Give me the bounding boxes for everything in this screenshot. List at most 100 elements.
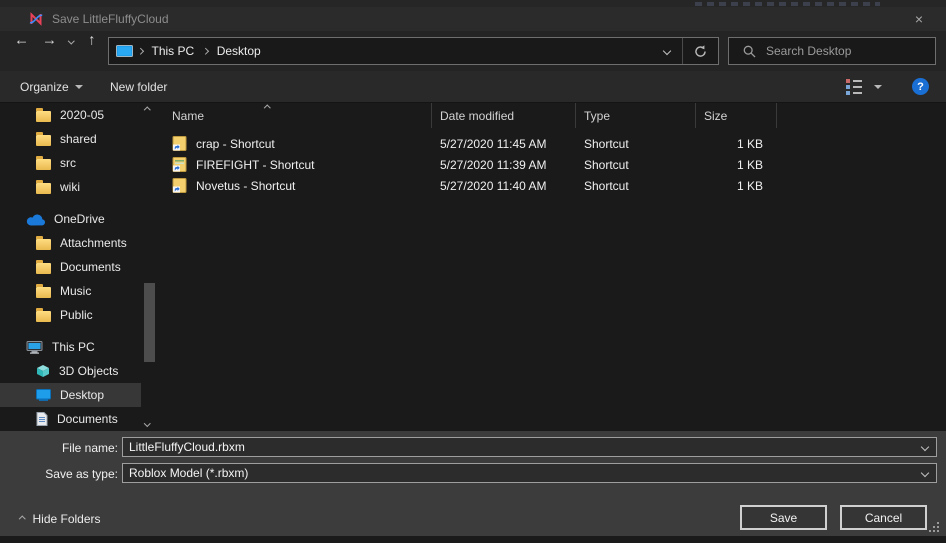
document-icon: [36, 412, 48, 426]
sidebar-item-2020-05[interactable]: 2020-05: [0, 103, 160, 127]
search-box: [728, 37, 936, 65]
change-view-button[interactable]: [846, 71, 862, 102]
save-as-type-combo[interactable]: Roblox Model (*.rbxm): [122, 463, 937, 483]
refresh-button[interactable]: [682, 38, 718, 64]
column-header-size[interactable]: Size: [696, 103, 777, 128]
file-date-modified: 5/27/2020 11:39 AM: [432, 154, 576, 175]
column-header-type[interactable]: Type: [576, 103, 696, 128]
background-window-sliver-bottom: [0, 0, 946, 7]
folder-icon: [36, 287, 51, 298]
file-date-modified: 5/27/2020 11:45 AM: [432, 133, 576, 154]
close-button[interactable]: ×: [904, 7, 934, 31]
refresh-icon: [694, 45, 707, 58]
sidebar-item-attachments[interactable]: Attachments: [0, 231, 160, 255]
folder-icon: [36, 135, 51, 146]
sidebar-item-label: Public: [60, 308, 93, 322]
cancel-button[interactable]: Cancel: [840, 505, 927, 530]
sidebar-item-music[interactable]: Music: [0, 279, 160, 303]
file-name-label: File name:: [2, 441, 118, 455]
column-header-date-modified[interactable]: Date modified: [432, 103, 576, 128]
sidebar-item-3d-objects[interactable]: 3D Objects: [0, 359, 160, 383]
file-size: 1 KB: [696, 154, 777, 175]
sidebar-item-src[interactable]: src: [0, 151, 160, 175]
new-folder-button[interactable]: New folder: [110, 71, 167, 102]
chevron-down-icon: [663, 47, 671, 55]
file-name-dropdown[interactable]: [914, 438, 936, 456]
sidebar-item-label: This PC: [52, 340, 95, 354]
sidebar-item-label: Attachments: [60, 236, 127, 250]
hide-folders-label: Hide Folders: [33, 512, 101, 526]
hide-folders-button[interactable]: Hide Folders: [20, 512, 101, 526]
file-row[interactable]: Novetus - Shortcut 5/27/2020 11:40 AM Sh…: [160, 175, 946, 196]
sidebar-scrollbar-thumb[interactable]: [144, 283, 155, 362]
details-view-icon: [846, 79, 862, 95]
file-size: 1 KB: [696, 175, 777, 196]
sidebar-item-wiki[interactable]: wiki: [0, 175, 160, 199]
triangle-down-icon: [874, 85, 882, 89]
file-row[interactable]: crap - Shortcut 5/27/2020 11:45 AM Short…: [160, 133, 946, 154]
row-filler: [777, 133, 946, 154]
sidebar-item-label: src: [60, 156, 76, 170]
resize-grip[interactable]: [928, 521, 940, 533]
view-options-chevron[interactable]: [874, 71, 882, 102]
sidebar-item-desktop[interactable]: Desktop: [0, 383, 141, 407]
sidebar-item-onedrive[interactable]: OneDrive: [0, 207, 160, 231]
sidebar-item-documents[interactable]: Documents: [0, 407, 160, 431]
file-browser-area: Name Date modified Type Size crap - Shor…: [0, 103, 946, 431]
save-as-type-label: Save as type:: [2, 467, 118, 481]
save-as-type-dropdown[interactable]: [914, 464, 936, 482]
sidebar-item-label: Documents: [60, 260, 121, 274]
file-name: crap - Shortcut: [196, 137, 275, 151]
shortcut-file-icon: [172, 157, 188, 172]
sidebar-item-shared[interactable]: shared: [0, 127, 160, 151]
breadcrumb-this-pc[interactable]: This PC: [148, 44, 199, 58]
address-dropdown-chevron[interactable]: [652, 38, 682, 64]
folder-icon: [36, 159, 51, 170]
row-filler: [777, 154, 946, 175]
shortcut-file-icon: [172, 178, 188, 193]
file-type: Shortcut: [576, 133, 696, 154]
folder-icon: [36, 311, 51, 322]
breadcrumb-separator-icon: [137, 48, 143, 54]
desktop-location-icon: [116, 45, 133, 58]
sidebar-item-label: wiki: [60, 180, 80, 194]
address-bar[interactable]: This PC Desktop: [108, 37, 719, 65]
save-button[interactable]: Save: [740, 505, 827, 530]
organize-button[interactable]: Organize: [20, 71, 83, 102]
back-button[interactable]: ←: [14, 33, 29, 48]
novetus-app-icon: [28, 11, 44, 27]
search-input[interactable]: [766, 44, 935, 58]
onedrive-cloud-icon: [26, 213, 45, 226]
chevron-down-icon: [68, 37, 74, 43]
computer-icon: [26, 341, 43, 354]
sidebar-item-label: Desktop: [60, 388, 104, 402]
column-header-name[interactable]: Name: [160, 103, 432, 128]
chevron-down-icon: [921, 443, 929, 451]
navigation-pane: 2020-05 shared src wiki OneDrive: [0, 103, 160, 431]
up-button[interactable]: ↑: [88, 33, 96, 48]
forward-button[interactable]: →: [42, 33, 57, 48]
chevron-up-icon: [19, 516, 25, 522]
breadcrumb-desktop[interactable]: Desktop: [213, 44, 265, 58]
sidebar-item-label: Music: [60, 284, 91, 298]
recent-locations-chevron[interactable]: [69, 31, 74, 46]
cube-icon: [36, 364, 50, 378]
sidebar-item-label: 2020-05: [60, 108, 104, 122]
sidebar-item-this-pc[interactable]: This PC: [0, 335, 160, 359]
help-button[interactable]: ?: [912, 78, 929, 95]
sidebar-item-label: OneDrive: [54, 212, 105, 226]
sidebar-item-public[interactable]: Public: [0, 303, 160, 327]
shortcut-file-icon: [172, 136, 188, 151]
folder-icon: [36, 263, 51, 274]
file-row[interactable]: FIREFIGHT - Shortcut 5/27/2020 11:39 AM …: [160, 154, 946, 175]
file-name-input[interactable]: [123, 440, 914, 454]
file-list: crap - Shortcut 5/27/2020 11:45 AM Short…: [160, 133, 946, 196]
row-filler: [777, 175, 946, 196]
folder-icon: [36, 183, 51, 194]
sidebar-item-documents-onedrive[interactable]: Documents: [0, 255, 160, 279]
background-text-smudge: [695, 2, 880, 6]
sidebar-item-label: Documents: [57, 412, 118, 426]
desktop-icon: [36, 389, 51, 401]
column-header-filler: [777, 103, 946, 128]
folder-icon: [36, 239, 51, 250]
